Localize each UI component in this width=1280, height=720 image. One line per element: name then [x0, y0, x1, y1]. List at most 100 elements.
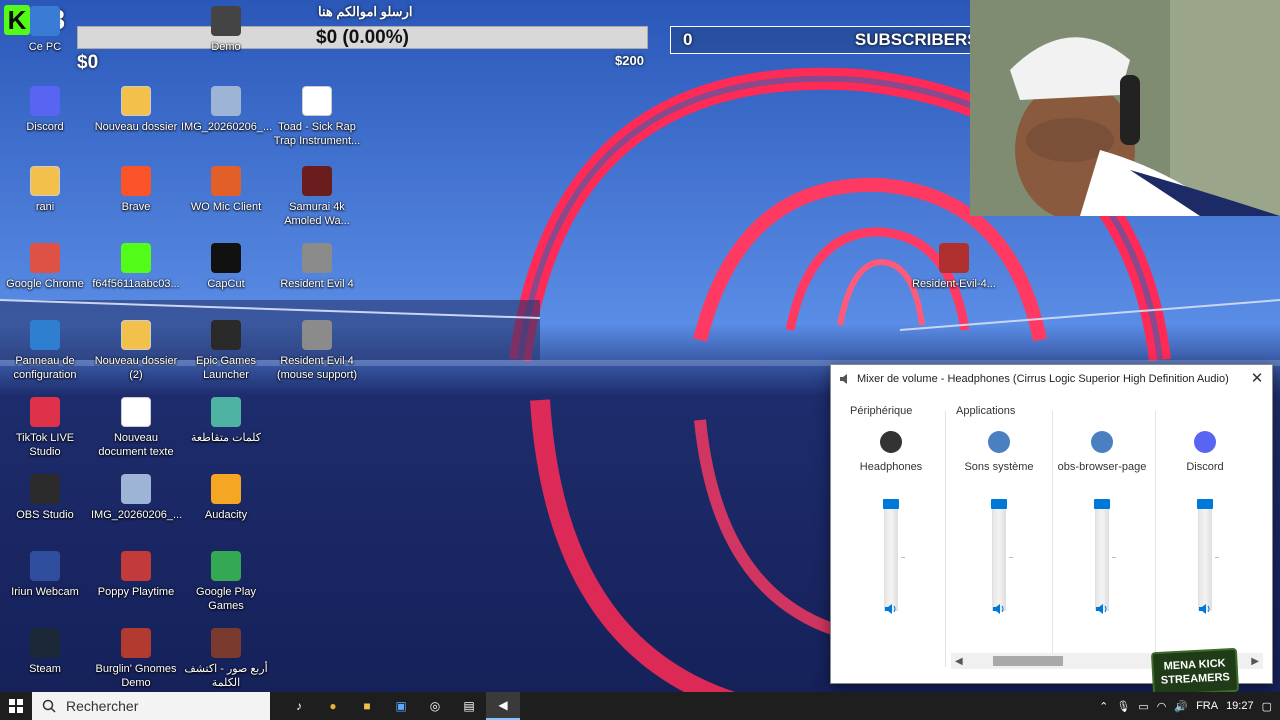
microphone-icon[interactable]: 🎙	[1116, 700, 1130, 713]
desktop-icon[interactable]: Panneau de configuration	[0, 320, 90, 382]
brave-icon	[121, 166, 151, 196]
desktop-icon[interactable]: كلمات متقاطعة	[181, 397, 271, 445]
desktop-icon[interactable]: f64f5611aabc03...	[91, 243, 181, 291]
volume-slider-track[interactable]	[992, 503, 1006, 611]
system-sounds-icon	[986, 429, 1012, 455]
desktop-icon[interactable]: Nouveau document texte	[91, 397, 181, 459]
mute-speaker-icon[interactable]	[883, 601, 899, 617]
desktop-icon-label: Google Chrome	[6, 278, 84, 290]
desktop-icon[interactable]: Brave	[91, 166, 181, 214]
discord-icon	[1192, 429, 1218, 455]
desktop-icon-label: IMG_20260206_...	[91, 509, 183, 521]
desktop-icon-label: Demo	[211, 41, 241, 53]
desktop-icon-label: Ce PC	[28, 41, 62, 53]
taskbar-app-obs[interactable]: ◎	[418, 692, 452, 720]
desktop-icon-label: أربع صور - اكتشف الكلمة	[184, 663, 268, 689]
mute-speaker-icon[interactable]	[1197, 601, 1213, 617]
desktop-icon[interactable]: Burglin' Gnomes Demo	[91, 628, 181, 690]
desktop-icon-label: Nouveau document texte	[98, 432, 174, 458]
kick-icon	[121, 243, 151, 273]
tiktok-icon	[30, 397, 60, 427]
desktop-icon[interactable]: Audacity	[181, 474, 271, 522]
desktop-icon[interactable]: IMG_20260206_...	[181, 86, 272, 134]
webcam-icon	[30, 551, 60, 581]
device-section-label: Périphérique	[850, 405, 913, 417]
desktop-icon[interactable]: CapCut	[181, 243, 271, 291]
notifications-icon[interactable]: ▢	[1262, 700, 1272, 713]
desktop-icon[interactable]: rani	[0, 166, 90, 214]
desktop-icon[interactable]: Poppy Playtime	[91, 551, 181, 599]
taskbar-app-volume-mixer[interactable]: ◀	[486, 692, 520, 720]
taskbar-app-explorer[interactable]: ■	[350, 692, 384, 720]
desktop-icon[interactable]: Epic Games Launcher	[181, 320, 271, 382]
desktop-icon[interactable]: Samurai 4k Amoled Wa...	[272, 166, 362, 228]
desktop-icon[interactable]: WO Mic Client	[181, 166, 271, 214]
clock[interactable]: 19:27	[1226, 700, 1254, 712]
desktop-icon-label: Iriun Webcam	[11, 586, 79, 598]
search-placeholder: Rechercher	[66, 698, 139, 714]
desktop-icon[interactable]: Google Chrome	[0, 243, 90, 291]
volume-slider-thumb[interactable]	[1094, 499, 1110, 509]
close-icon[interactable]: ✕	[1248, 370, 1266, 388]
subs-current: 0	[683, 30, 693, 49]
volume-slider-track[interactable]	[1198, 503, 1212, 611]
desktop-icon[interactable]: Resident Evil 4	[272, 243, 362, 291]
desktop-icon-label: Burglin' Gnomes Demo	[95, 663, 177, 689]
control-panel-icon	[30, 320, 60, 350]
desktop-icon[interactable]: Steam	[0, 628, 90, 676]
taskbar-app-game[interactable]: ▤	[452, 692, 486, 720]
scrollbar-thumb[interactable]	[993, 656, 1063, 666]
language-indicator[interactable]: FRA	[1196, 700, 1218, 712]
desktop-icon[interactable]: Resident-Evil-4...	[909, 243, 999, 291]
tray-chevron-up-icon[interactable]: ⌃	[1099, 700, 1108, 713]
channel-name[interactable]: Headphones	[841, 461, 941, 473]
goal-text: $0 (0.00%)	[316, 26, 409, 48]
volume-icon[interactable]: 🔊	[1174, 700, 1188, 713]
mute-speaker-icon[interactable]	[1094, 601, 1110, 617]
desktop-icon-label: Steam	[29, 663, 61, 675]
volume-slider-track[interactable]	[884, 503, 898, 611]
game-icon	[211, 397, 241, 427]
capcut-icon	[211, 243, 241, 273]
desktop-icon[interactable]: Iriun Webcam	[0, 551, 90, 599]
taskbar-app-store[interactable]: ▣	[384, 692, 418, 720]
volume-slider-thumb[interactable]	[1197, 499, 1213, 509]
battery-icon[interactable]: ▭	[1138, 700, 1148, 713]
desktop-icon-label: Epic Games Launcher	[196, 355, 256, 381]
desktop-icon[interactable]: Discord	[0, 86, 90, 134]
folder-icon	[121, 320, 151, 350]
desktop-icon[interactable]: أربع صور - اكتشف الكلمة	[181, 628, 271, 690]
start-button[interactable]	[0, 692, 32, 720]
desktop-icon[interactable]: IMG_20260206_...	[91, 474, 183, 522]
tiktok-icon: ♪	[296, 699, 302, 713]
mute-speaker-icon[interactable]	[991, 601, 1007, 617]
scroll-right-icon[interactable]: ▶	[1251, 656, 1259, 667]
desktop-icon-label: Resident Evil 4 (mouse support)	[276, 355, 358, 381]
volume-slider-track[interactable]	[1095, 503, 1109, 611]
desktop-icon[interactable]: Google Play Games	[181, 551, 271, 613]
scroll-left-icon[interactable]: ◀	[955, 656, 963, 667]
desktop-icon[interactable]: Ce PC	[0, 6, 90, 54]
taskbar-search[interactable]: Rechercher	[32, 692, 270, 720]
desktop-icon[interactable]: OBS Studio	[0, 474, 90, 522]
desktop-icon[interactable]: Demo	[181, 6, 271, 54]
desktop-icon-label: Nouveau dossier	[94, 121, 178, 133]
image-icon	[211, 86, 241, 116]
desktop-icon[interactable]: TikTok LIVE Studio	[0, 397, 90, 459]
taskbar-app-tiktok[interactable]: ♪	[282, 692, 316, 720]
volume-mixer-window: Mixer de volume - Headphones (Cirrus Log…	[830, 364, 1273, 684]
desktop-icon[interactable]: Resident Evil 4 (mouse support)	[272, 320, 362, 382]
game-icon	[121, 551, 151, 581]
taskbar-app-chrome[interactable]: ●	[316, 692, 350, 720]
mixer-channel: obs-browser-page	[1052, 423, 1152, 653]
webcam-feed	[970, 0, 1280, 216]
desktop-icon-label: Samurai 4k Amoled Wa...	[284, 201, 350, 227]
game-icon	[211, 6, 241, 36]
desktop-icon[interactable]: Nouveau dossier (2)	[91, 320, 181, 382]
desktop-icon[interactable]: Nouveau dossier	[91, 86, 181, 134]
volume-slider-thumb[interactable]	[991, 499, 1007, 509]
desktop-icon[interactable]: Toad - Sick Rap Trap Instrument...	[272, 86, 362, 148]
applications-section-label: Applications	[956, 405, 1016, 417]
wifi-icon[interactable]: ◠	[1157, 700, 1167, 713]
volume-slider-thumb[interactable]	[883, 499, 899, 509]
